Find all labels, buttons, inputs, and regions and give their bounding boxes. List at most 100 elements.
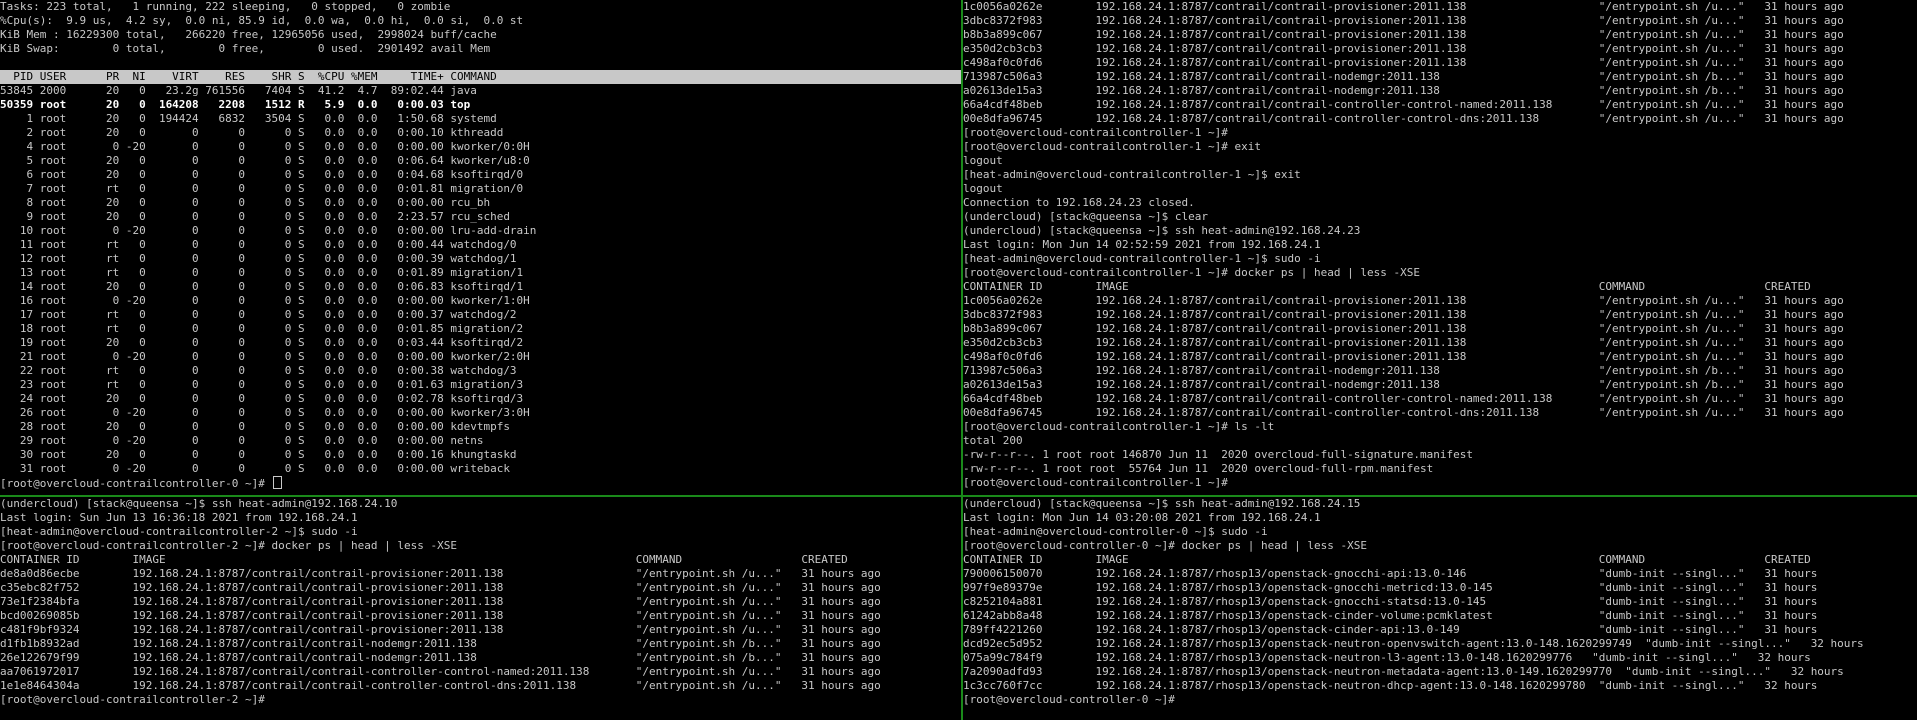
- process-row: 53845 2000 20 0 23.2g 761556 7404 S 41.2…: [0, 84, 477, 97]
- output-line: e350d2cb3cb3 192.168.24.1:8787/contrail/…: [963, 42, 1844, 55]
- top-summary: Tasks: 223 total, 1 running, 222 sleepin…: [0, 0, 961, 70]
- output-line: logout: [963, 182, 1003, 195]
- output-line: c481f9bf9324 192.168.24.1:8787/contrail/…: [0, 623, 881, 636]
- process-row: 8 root 20 0 0 0 0 S 0.0 0.0 0:00.00 rcu_…: [0, 196, 491, 209]
- output-line: 713987c506a3 192.168.24.1:8787/contrail/…: [963, 364, 1844, 377]
- process-row: 10 root 0 -20 0 0 0 S 0.0 0.0 0:00.00 lr…: [0, 224, 537, 237]
- output-line: c498af0c0fd6 192.168.24.1:8787/contrail/…: [963, 56, 1844, 69]
- output-line: c35ebc82f752 192.168.24.1:8787/contrail/…: [0, 581, 881, 594]
- output-line: [heat-admin@overcloud-contrailcontroller…: [963, 168, 1301, 181]
- output-line: 26e122679f99 192.168.24.1:8787/contrail/…: [0, 651, 881, 664]
- output-line: bcd00269085b 192.168.24.1:8787/contrail/…: [0, 609, 881, 622]
- terminal-pane-bottom-left[interactable]: (undercloud) [stack@queensa ~]$ ssh heat…: [0, 497, 961, 720]
- output-line: dcd92ec5d952 192.168.24.1:8787/rhosp13/o…: [963, 637, 1864, 650]
- process-row: 4 root 0 -20 0 0 0 S 0.0 0.0 0:00.00 kwo…: [0, 140, 530, 153]
- output-line: Last login: Mon Jun 14 03:20:08 2021 fro…: [963, 511, 1321, 524]
- output-line: de8a0d86ecbe 192.168.24.1:8787/contrail/…: [0, 567, 881, 580]
- output-line: a02613de15a3 192.168.24.1:8787/contrail/…: [963, 84, 1844, 97]
- process-table: 53845 2000 20 0 23.2g 761556 7404 S 41.2…: [0, 84, 961, 476]
- process-row: 12 root rt 0 0 0 0 S 0.0 0.0 0:00.39 wat…: [0, 252, 517, 265]
- process-row: 11 root rt 0 0 0 0 S 0.0 0.0 0:00.44 wat…: [0, 238, 517, 251]
- output-line: b8b3a899c067 192.168.24.1:8787/contrail/…: [963, 28, 1844, 41]
- shell-prompt[interactable]: [root@overcloud-contrailcontroller-0 ~]#: [0, 476, 961, 490]
- terminal-pane-bottom-right[interactable]: (undercloud) [stack@queensa ~]$ ssh heat…: [963, 497, 1917, 720]
- process-row: 23 root rt 0 0 0 0 S 0.0 0.0 0:01.63 mig…: [0, 378, 524, 391]
- process-row: 17 root rt 0 0 0 0 S 0.0 0.0 0:00.37 wat…: [0, 308, 517, 321]
- output-line: 61242abb8a48 192.168.24.1:8787/rhosp13/o…: [963, 609, 1818, 622]
- output-line: Connection to 192.168.24.23 closed.: [963, 196, 1195, 209]
- process-row: 9 root 20 0 0 0 0 S 0.0 0.0 2:23.57 rcu_…: [0, 210, 510, 223]
- output-line: 00e8dfa96745 192.168.24.1:8787/contrail/…: [963, 406, 1844, 419]
- process-row: 16 root 0 -20 0 0 0 S 0.0 0.0 0:00.00 kw…: [0, 294, 530, 307]
- process-row: 21 root 0 -20 0 0 0 S 0.0 0.0 0:00.00 kw…: [0, 350, 530, 363]
- output-line: 790006150070 192.168.24.1:8787/rhosp13/o…: [963, 567, 1818, 580]
- output-line: (undercloud) [stack@queensa ~]$ ssh heat…: [963, 497, 1361, 510]
- output-line: 1e1e8464304a 192.168.24.1:8787/contrail/…: [0, 679, 881, 692]
- process-row: 2 root 20 0 0 0 0 S 0.0 0.0 0:00.10 kthr…: [0, 126, 504, 139]
- terminal-output: (undercloud) [stack@queensa ~]$ ssh heat…: [963, 497, 1917, 707]
- output-line: b8b3a899c067 192.168.24.1:8787/contrail/…: [963, 322, 1844, 335]
- output-line: 3dbc8372f983 192.168.24.1:8787/contrail/…: [963, 308, 1844, 321]
- output-line: [root@overcloud-contrailcontroller-2 ~]#: [0, 693, 265, 706]
- output-line: 00e8dfa96745 192.168.24.1:8787/contrail/…: [963, 112, 1844, 125]
- output-line: 075a99c784f9 192.168.24.1:8787/rhosp13/o…: [963, 651, 1811, 664]
- output-line: -rw-r--r--. 1 root root 55764 Jun 11 202…: [963, 462, 1434, 475]
- process-row: 26 root 0 -20 0 0 0 S 0.0 0.0 0:00.00 kw…: [0, 406, 530, 419]
- output-line: total 200: [963, 434, 1023, 447]
- output-line: 713987c506a3 192.168.24.1:8787/contrail/…: [963, 70, 1844, 83]
- process-row: 5 root 20 0 0 0 0 S 0.0 0.0 0:06.64 kwor…: [0, 154, 530, 167]
- terminal-pane-top-left[interactable]: Tasks: 223 total, 1 running, 222 sleepin…: [0, 0, 961, 495]
- process-row: 31 root 0 -20 0 0 0 S 0.0 0.0 0:00.00 wr…: [0, 462, 510, 475]
- terminal-output: 1c0056a0262e 192.168.24.1:8787/contrail/…: [963, 0, 1917, 490]
- output-line: 997f9e89379e 192.168.24.1:8787/rhosp13/o…: [963, 581, 1818, 594]
- output-line: d1fb1b8932ad 192.168.24.1:8787/contrail/…: [0, 637, 881, 650]
- output-line: (undercloud) [stack@queensa ~]$ ssh heat…: [0, 497, 398, 510]
- output-line: aa7061972017 192.168.24.1:8787/contrail/…: [0, 665, 881, 678]
- output-line: logout: [963, 154, 1003, 167]
- process-row: 30 root 20 0 0 0 0 S 0.0 0.0 0:00.16 khu…: [0, 448, 517, 461]
- output-line: [root@overcloud-contrailcontroller-1 ~]#…: [963, 266, 1420, 279]
- process-row: 1 root 20 0 194424 6832 3504 S 0.0 0.0 1…: [0, 112, 497, 125]
- summary-line: KiB Mem : 16229300 total, 266220 free, 1…: [0, 28, 497, 41]
- output-line: 3dbc8372f983 192.168.24.1:8787/contrail/…: [963, 14, 1844, 27]
- process-row: 6 root 20 0 0 0 0 S 0.0 0.0 0:04.68 ksof…: [0, 168, 524, 181]
- process-row: 28 root 20 0 0 0 0 S 0.0 0.0 0:00.00 kde…: [0, 420, 510, 433]
- output-line: (undercloud) [stack@queensa ~]$ clear: [963, 210, 1209, 223]
- output-line: [root@overcloud-contrailcontroller-1 ~]#: [963, 126, 1228, 139]
- output-line: 66a4cdf48beb 192.168.24.1:8787/contrail/…: [963, 392, 1844, 405]
- output-line: [root@overcloud-contrailcontroller-1 ~]#…: [963, 420, 1275, 433]
- output-line: [root@overcloud-controller-0 ~]# docker …: [963, 539, 1367, 552]
- summary-line: Tasks: 223 total, 1 running, 222 sleepin…: [0, 0, 451, 13]
- output-line: 1c0056a0262e 192.168.24.1:8787/contrail/…: [963, 294, 1844, 307]
- output-line: CONTAINER ID IMAGE COMMAND CREATED: [963, 280, 1811, 293]
- output-line: CONTAINER ID IMAGE COMMAND CREATED: [963, 553, 1811, 566]
- cursor: [272, 476, 282, 489]
- summary-line: [0, 56, 961, 70]
- terminal-output: (undercloud) [stack@queensa ~]$ ssh heat…: [0, 497, 961, 707]
- output-line: 1c3cc760f7cc 192.168.24.1:8787/rhosp13/o…: [963, 679, 1818, 692]
- process-row: 29 root 0 -20 0 0 0 S 0.0 0.0 0:00.00 ne…: [0, 434, 484, 447]
- output-line: 789ff4221260 192.168.24.1:8787/rhosp13/o…: [963, 623, 1818, 636]
- output-line: [root@overcloud-contrailcontroller-2 ~]#…: [0, 539, 457, 552]
- process-row: 19 root 20 0 0 0 0 S 0.0 0.0 0:03.44 kso…: [0, 336, 524, 349]
- output-line: [heat-admin@overcloud-controller-0 ~]$ s…: [963, 525, 1268, 538]
- output-line: 1c0056a0262e 192.168.24.1:8787/contrail/…: [963, 0, 1844, 13]
- prompt-text: [root@overcloud-contrailcontroller-0 ~]#: [0, 477, 272, 490]
- output-line: e350d2cb3cb3 192.168.24.1:8787/contrail/…: [963, 336, 1844, 349]
- output-line: c8252104a881 192.168.24.1:8787/rhosp13/o…: [963, 595, 1818, 608]
- output-line: 66a4cdf48beb 192.168.24.1:8787/contrail/…: [963, 98, 1844, 111]
- output-line: [heat-admin@overcloud-contrailcontroller…: [0, 525, 358, 538]
- output-line: c498af0c0fd6 192.168.24.1:8787/contrail/…: [963, 350, 1844, 363]
- output-line: a02613de15a3 192.168.24.1:8787/contrail/…: [963, 378, 1844, 391]
- output-line: [root@overcloud-contrailcontroller-1 ~]#: [963, 476, 1228, 489]
- process-row: 13 root rt 0 0 0 0 S 0.0 0.0 0:01.89 mig…: [0, 266, 524, 279]
- output-line: CONTAINER ID IMAGE COMMAND CREATED: [0, 553, 848, 566]
- output-line: [root@overcloud-contrailcontroller-1 ~]#…: [963, 140, 1262, 153]
- output-line: Last login: Mon Jun 14 02:52:59 2021 fro…: [963, 238, 1321, 251]
- summary-line: %Cpu(s): 9.9 us, 4.2 sy, 0.0 ni, 85.9 id…: [0, 14, 524, 27]
- output-line: (undercloud) [stack@queensa ~]$ ssh heat…: [963, 224, 1361, 237]
- output-line: 7a2090adfd93 192.168.24.1:8787/rhosp13/o…: [963, 665, 1844, 678]
- terminal-pane-top-right[interactable]: 1c0056a0262e 192.168.24.1:8787/contrail/…: [963, 0, 1917, 495]
- process-row: 18 root rt 0 0 0 0 S 0.0 0.0 0:01.85 mig…: [0, 322, 524, 335]
- output-line: [heat-admin@overcloud-contrailcontroller…: [963, 252, 1321, 265]
